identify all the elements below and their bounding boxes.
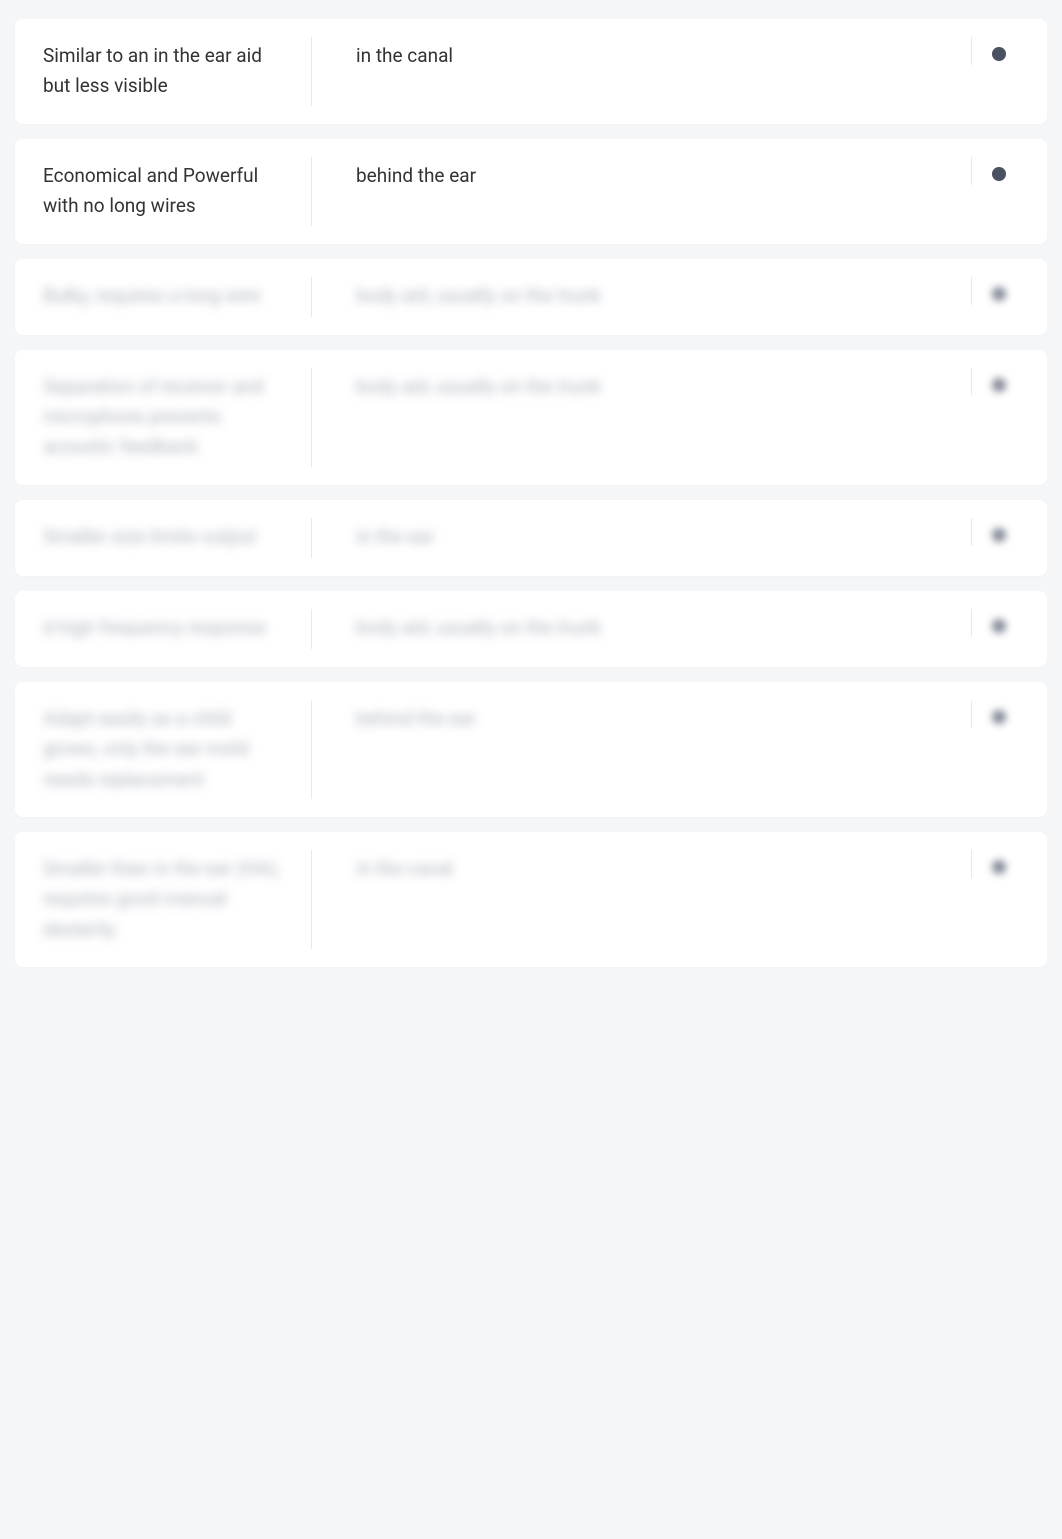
status-divider <box>971 518 972 546</box>
card-type: body aid, usually on the trunk <box>356 613 979 643</box>
status-divider <box>971 277 972 305</box>
status-divider <box>971 609 972 637</box>
status-indicator <box>979 161 1019 181</box>
column-divider <box>311 850 312 949</box>
card-row: Similar to an in the ear aid but less vi… <box>15 19 1047 124</box>
card-description: Economical and Powerful with no long wir… <box>43 161 283 222</box>
status-dot-icon <box>992 167 1006 181</box>
status-divider <box>971 700 972 728</box>
status-divider <box>971 368 972 396</box>
card-description: Smaller size limits output <box>43 522 283 552</box>
status-divider <box>971 37 972 65</box>
status-dot-icon <box>992 619 1006 633</box>
status-dot-icon <box>992 378 1006 392</box>
card-type: behind the ear <box>356 161 979 191</box>
status-dot-icon <box>992 710 1006 724</box>
card-description: d high frequency response <box>43 613 283 643</box>
status-divider <box>971 850 972 878</box>
card-row: Economical and Powerful with no long wir… <box>15 139 1047 244</box>
column-divider <box>311 37 312 106</box>
column-divider <box>311 700 312 799</box>
card-description: Separation of receiver and microphone pr… <box>43 372 283 463</box>
card-row: Smaller size limits output in the ear <box>15 500 1047 576</box>
status-indicator <box>979 372 1019 392</box>
card-row: Bulky, requires a long wire body aid, usu… <box>15 259 1047 335</box>
column-divider <box>311 368 312 467</box>
card-type: behind the ear <box>356 704 979 734</box>
card-row: Adapt easily as a child grows, only the … <box>15 682 1047 817</box>
status-indicator <box>979 41 1019 61</box>
status-dot-icon <box>992 528 1006 542</box>
card-row: d high frequency response body aid, usual… <box>15 591 1047 667</box>
card-description: Smaller than in the ear (HA), requires g… <box>43 854 283 945</box>
card-type: body aid, usually on the trunk <box>356 372 979 402</box>
card-description: Bulky, requires a long wire <box>43 281 283 311</box>
card-type: in the canal <box>356 854 979 884</box>
column-divider <box>311 157 312 226</box>
status-indicator <box>979 704 1019 724</box>
card-description: Similar to an in the ear aid but less vi… <box>43 41 283 102</box>
status-dot-icon <box>992 47 1006 61</box>
column-divider <box>311 277 312 317</box>
card-list: Similar to an in the ear aid but less vi… <box>15 15 1047 986</box>
status-divider <box>971 157 972 185</box>
status-indicator <box>979 613 1019 633</box>
status-indicator <box>979 522 1019 542</box>
column-divider <box>311 518 312 558</box>
card-row: Separation of receiver and microphone pr… <box>15 350 1047 485</box>
card-type: in the canal <box>356 41 979 71</box>
card-description: Adapt easily as a child grows, only the … <box>43 704 283 795</box>
card-type: in the ear <box>356 522 979 552</box>
card-row: Smaller than in the ear (HA), requires g… <box>15 832 1047 967</box>
status-dot-icon <box>992 860 1006 874</box>
status-indicator <box>979 854 1019 874</box>
status-indicator <box>979 281 1019 301</box>
card-type: body aid, usually on the trunk <box>356 281 979 311</box>
status-dot-icon <box>992 287 1006 301</box>
column-divider <box>311 609 312 649</box>
